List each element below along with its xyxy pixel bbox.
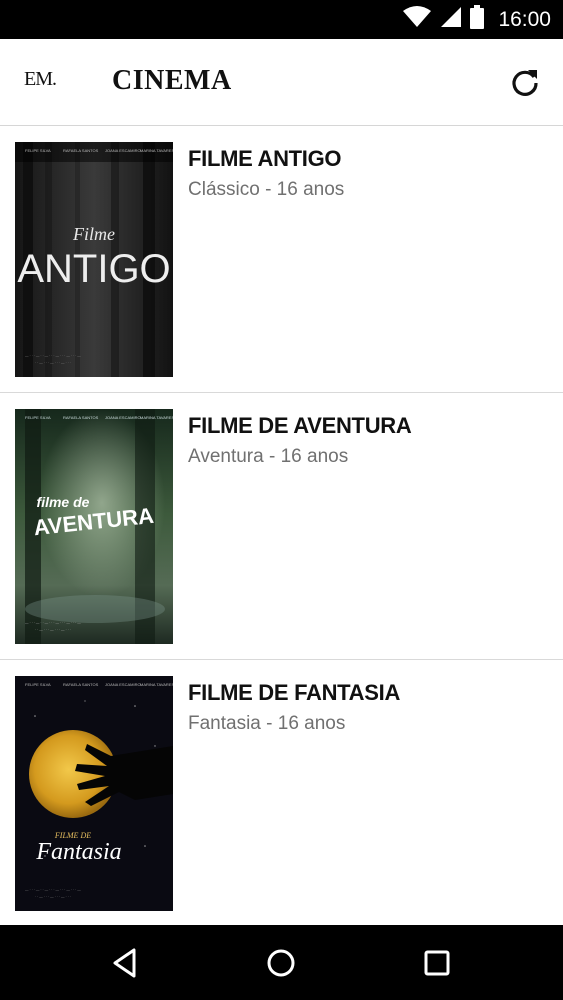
movie-title: FILME ANTIGO bbox=[188, 146, 342, 171]
svg-text:· · — · · · — · · · — · · ·: · · — · · · — · · · — · · · bbox=[35, 895, 71, 899]
movie-title: FILME DE FANTASIA bbox=[188, 680, 401, 705]
poster-script-text: Filme bbox=[72, 224, 115, 244]
back-button[interactable] bbox=[105, 943, 145, 983]
movie-poster[interactable]: FELIPE SILVA RAFAELA SANTOS JOANA ESCAMIR… bbox=[15, 409, 173, 644]
movie-subtitle: Clássico - 16 anos bbox=[188, 179, 345, 200]
cell-signal-icon bbox=[440, 6, 462, 33]
battery-icon bbox=[470, 5, 485, 34]
status-time: 16:00 bbox=[498, 7, 551, 31]
svg-text:MARINA TAVARES: MARINA TAVARES bbox=[140, 415, 173, 420]
app-logo[interactable]: EM. bbox=[24, 68, 57, 91]
svg-text:FELIPE SILVA: FELIPE SILVA bbox=[25, 148, 51, 153]
wifi-icon bbox=[402, 6, 432, 33]
svg-text:FELIPE SILVA: FELIPE SILVA bbox=[25, 682, 51, 687]
navigation-bar bbox=[0, 925, 563, 1000]
movie-poster[interactable]: FELIPE SILVA RAFAELA SANTOS JOANA ESCAMIR… bbox=[15, 142, 173, 377]
list-item[interactable]: FELIPE SILVA RAFAELA SANTOS JOANA ESCAMIR… bbox=[0, 393, 563, 660]
page-title: CINEMA bbox=[112, 65, 232, 96]
poster-main-text: ANTIGO bbox=[17, 247, 170, 291]
svg-text:· · — · · · — · · · — · · ·: · · — · · · — · · · — · · · bbox=[35, 361, 71, 365]
svg-text:JOANA ESCAMIRO: JOANA ESCAMIRO bbox=[105, 415, 141, 420]
poster-main-text: Fantasia bbox=[35, 839, 121, 865]
status-icons: 16:00 bbox=[402, 0, 551, 39]
recents-button[interactable] bbox=[417, 943, 457, 983]
svg-text:FELIPE SILVA: FELIPE SILVA bbox=[25, 415, 51, 420]
refresh-icon bbox=[512, 70, 538, 96]
svg-text:MARINA TAVARES: MARINA TAVARES bbox=[140, 148, 173, 153]
svg-text:RAFAELA SANTOS: RAFAELA SANTOS bbox=[63, 682, 99, 687]
movie-title: FILME DE AVENTURA bbox=[188, 413, 412, 438]
back-icon bbox=[113, 948, 136, 978]
list-item[interactable]: FELIPE SILVA RAFAELA SANTOS JOANA ESCAMIR… bbox=[0, 126, 563, 393]
svg-text:— · · · — · · — · · · — · · ·: — · · · — · · — · · · — · · · — · · · — bbox=[25, 354, 81, 358]
refresh-button[interactable] bbox=[509, 66, 541, 98]
svg-text:JOANA ESCAMIRO: JOANA ESCAMIRO bbox=[105, 148, 141, 153]
movie-subtitle: Aventura - 16 anos bbox=[188, 446, 349, 467]
home-icon bbox=[267, 949, 295, 977]
svg-text:MARINA TAVARES: MARINA TAVARES bbox=[140, 682, 173, 687]
poster-script-text: filme de bbox=[37, 494, 90, 510]
svg-text:— · · · — · · — · · · — · · ·: — · · · — · · — · · · — · · · — · · · — bbox=[25, 621, 81, 625]
svg-text:· · — · · · — · · · — · · ·: · · — · · · — · · · — · · · bbox=[35, 628, 71, 632]
recents-icon bbox=[424, 950, 450, 976]
home-button[interactable] bbox=[261, 943, 301, 983]
svg-text:— · · · — · · — · · · — · · ·: — · · · — · · — · · · — · · · — · · · — bbox=[25, 888, 81, 892]
svg-text:JOANA ESCAMIRO: JOANA ESCAMIRO bbox=[105, 682, 141, 687]
svg-text:RAFAELA SANTOS: RAFAELA SANTOS bbox=[63, 148, 99, 153]
list-item[interactable]: FELIPE SILVA RAFAELA SANTOS JOANA ESCAMIR… bbox=[0, 660, 563, 927]
app-bar: EM. CINEMA bbox=[0, 39, 563, 126]
movie-list: FELIPE SILVA RAFAELA SANTOS JOANA ESCAMIR… bbox=[0, 126, 563, 927]
movie-subtitle: Fantasia - 16 anos bbox=[188, 713, 346, 734]
status-bar: 16:00 bbox=[0, 0, 563, 39]
svg-text:RAFAELA SANTOS: RAFAELA SANTOS bbox=[63, 415, 99, 420]
movie-poster[interactable]: FELIPE SILVA RAFAELA SANTOS JOANA ESCAMIR… bbox=[15, 676, 173, 911]
